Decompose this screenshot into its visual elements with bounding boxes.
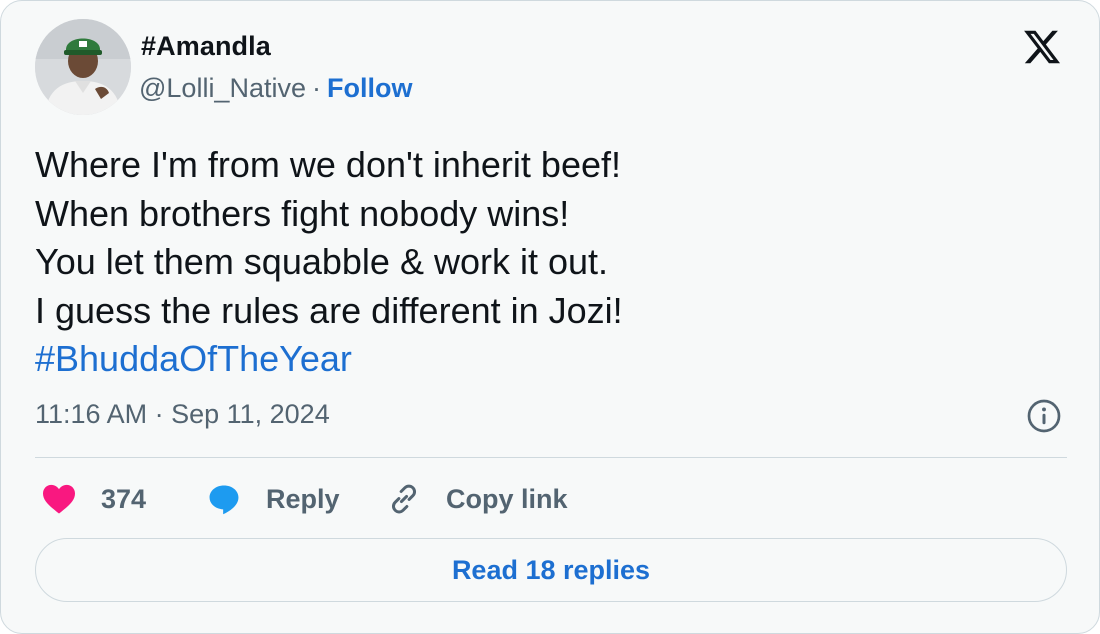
copy-link-label: Copy link [446,483,568,514]
read-replies-button[interactable]: Read 18 replies [35,538,1067,602]
tweet-card: #Amandla @Lolli_Native · Follow Where I'm … [0,0,1100,634]
info-icon[interactable] [1026,398,1062,434]
handle[interactable]: @Lolli_Native [139,73,306,103]
tweet-line: When brothers fight nobody wins! [35,192,570,234]
avatar-photo-icon [35,19,131,115]
tweet-line: I guess the rules are different in Jozi! [35,289,623,331]
tweet-text: Where I'm from we don't inherit beef! Wh… [35,141,623,384]
follow-link[interactable]: Follow [327,73,412,103]
reply-bubble-icon [209,485,239,515]
tweet-line: Where I'm from we don't inherit beef! [35,144,621,185]
x-logo-icon[interactable] [1019,27,1065,67]
handle-separator: · [311,73,321,103]
reply-button[interactable]: Reply [206,479,340,519]
like-button[interactable]: 374 [41,479,146,519]
like-count: 374 [101,483,147,514]
reply-label: Reply [266,483,340,514]
link-icon [391,484,417,514]
copy-link-button[interactable]: Copy link [386,479,568,519]
divider [35,457,1067,458]
avatar[interactable] [35,19,131,115]
timestamp-link[interactable]: 11:16 AM · Sep 11, 2024 [35,399,330,430]
hashtag-link[interactable]: #BhuddaOfTheYear [35,335,623,384]
handle-row: @Lolli_Native · Follow [139,73,412,104]
tweet-line: You let them squabble & work it out. [35,241,609,282]
heart-icon [43,484,75,514]
display-name[interactable]: #Amandla [141,31,271,62]
